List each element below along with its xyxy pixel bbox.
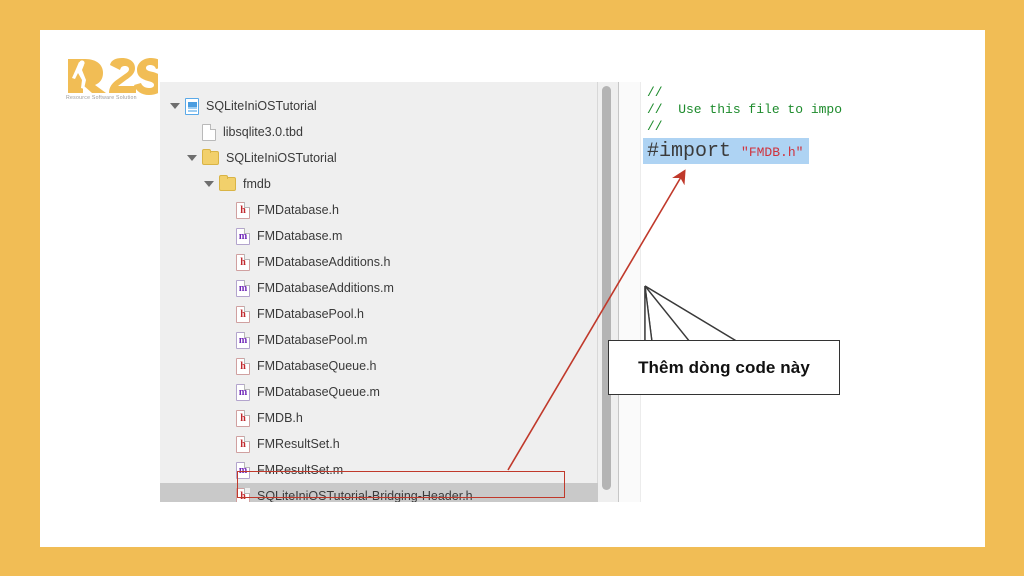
tree-row-label: FMDatabase.m: [257, 229, 342, 243]
folder-icon: [219, 177, 236, 191]
tree-row-label: SQLiteIniOSTutorial: [226, 151, 337, 165]
instruction-callout-text: Thêm dòng code này: [638, 358, 810, 378]
code-line-1: //: [647, 84, 663, 101]
tree-row-label: FMDB.h: [257, 411, 303, 425]
tree-row[interactable]: h FMResultSet.h: [160, 431, 598, 457]
red-selection-box: [237, 471, 565, 498]
tree-row[interactable]: h FMDatabaseAdditions.h: [160, 249, 598, 275]
tree-row-label: FMDatabaseAdditions.m: [257, 281, 394, 295]
tree-row-label: FMResultSet.h: [257, 437, 340, 451]
twisty-spacer: [221, 207, 231, 213]
twisty-spacer: [221, 337, 231, 343]
header-file-icon: h: [236, 358, 250, 375]
twisty-spacer: [187, 129, 197, 135]
header-file-icon: h: [236, 436, 250, 453]
header-file-icon: h: [236, 306, 250, 323]
header-file-icon: h: [236, 410, 250, 427]
objc-file-icon: m: [236, 332, 250, 349]
twisty-spacer: [221, 285, 231, 291]
twisty-spacer: [221, 233, 231, 239]
twisty-spacer: [221, 493, 231, 499]
instruction-callout: Thêm dòng code này: [608, 340, 840, 395]
tree-row-label: FMDatabaseAdditions.h: [257, 255, 390, 269]
code-line-3: //: [647, 118, 663, 135]
xcode-project-icon: [185, 98, 199, 115]
import-statement-line[interactable]: #import "FMDB.h": [643, 138, 809, 164]
blank-document-icon: [202, 124, 216, 141]
twisty-spacer: [221, 389, 231, 395]
chevron-down-icon[interactable]: [187, 155, 197, 161]
import-header-string: "FMDB.h": [741, 145, 803, 160]
r2s-logo-tagline: Resource Software Solution: [66, 95, 158, 101]
xcode-window-capture: SQLiteIniOSTutorial libsqlite3.0.tbd SQLit…: [160, 82, 873, 502]
tree-row-label: FMDatabaseQueue.m: [257, 385, 380, 399]
chevron-down-icon[interactable]: [204, 181, 214, 187]
tree-row[interactable]: SQLiteIniOSTutorial: [160, 145, 598, 171]
twisty-spacer: [221, 259, 231, 265]
objc-file-icon: m: [236, 280, 250, 297]
twisty-spacer: [221, 363, 231, 369]
tree-row[interactable]: h FMDatabaseQueue.h: [160, 353, 598, 379]
twisty-spacer: [221, 415, 231, 421]
tree-row[interactable]: SQLiteIniOSTutorial: [160, 93, 598, 119]
tree-row[interactable]: m FMDatabaseAdditions.m: [160, 275, 598, 301]
twisty-spacer: [221, 441, 231, 447]
objc-file-icon: m: [236, 228, 250, 245]
tree-row-label: FMDatabaseQueue.h: [257, 359, 377, 373]
code-line-2: // Use this file to impo: [647, 101, 842, 118]
r2s-logo: Resource Software Solution: [66, 57, 158, 105]
project-navigator[interactable]: SQLiteIniOSTutorial libsqlite3.0.tbd SQLit…: [160, 82, 598, 502]
folder-icon: [202, 151, 219, 165]
tree-row-label: FMDatabasePool.h: [257, 307, 364, 321]
navigator-scrollbar[interactable]: [602, 86, 611, 490]
twisty-spacer: [221, 311, 231, 317]
import-keyword: #import: [647, 140, 731, 163]
objc-file-icon: m: [236, 384, 250, 401]
twisty-spacer: [221, 467, 231, 473]
tree-row[interactable]: libsqlite3.0.tbd: [160, 119, 598, 145]
header-file-icon: h: [236, 254, 250, 271]
tree-row[interactable]: fmdb: [160, 171, 598, 197]
screenshot-stage: Resource Software Solution SQLiteIniOSTu…: [0, 0, 1024, 576]
r2s-logo-mark: [66, 57, 158, 95]
tree-row[interactable]: h FMDB.h: [160, 405, 598, 431]
tree-row[interactable]: m FMDatabase.m: [160, 223, 598, 249]
header-file-icon: h: [236, 202, 250, 219]
chevron-down-icon[interactable]: [170, 103, 180, 109]
tree-row-label: libsqlite3.0.tbd: [223, 125, 303, 139]
tree-row-label: FMDatabase.h: [257, 203, 339, 217]
tree-row[interactable]: h FMDatabase.h: [160, 197, 598, 223]
tree-row[interactable]: m FMDatabasePool.m: [160, 327, 598, 353]
tree-row[interactable]: h FMDatabasePool.h: [160, 301, 598, 327]
tree-row-label: fmdb: [243, 177, 271, 191]
tree-row-label: SQLiteIniOSTutorial: [206, 99, 317, 113]
tree-row[interactable]: m FMDatabaseQueue.m: [160, 379, 598, 405]
callout-tail: [630, 252, 750, 344]
tree-row-label: FMDatabasePool.m: [257, 333, 367, 347]
